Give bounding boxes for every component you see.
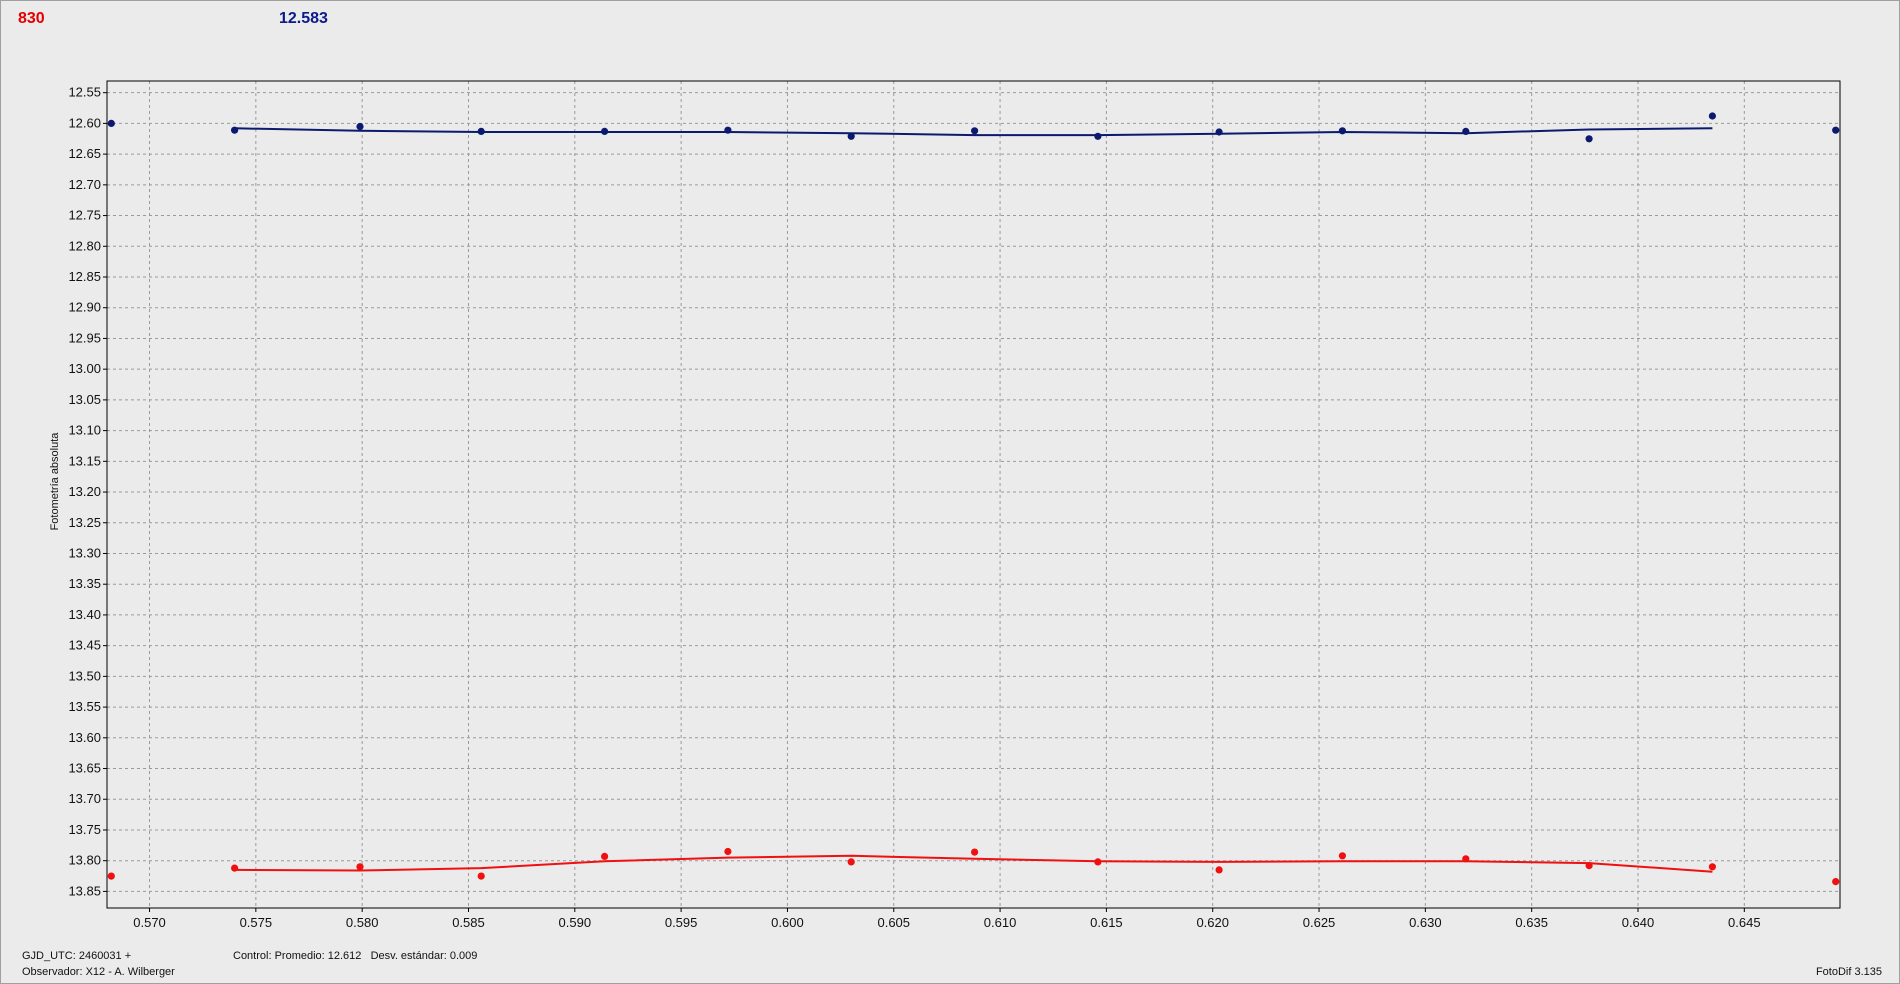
x-tick-label: 0.620: [1196, 915, 1229, 930]
series-0-point: [1462, 127, 1470, 135]
y-tick-label: 12.85: [68, 269, 101, 284]
y-tick-label: 13.25: [68, 515, 101, 530]
x-tick-label: 0.645: [1728, 915, 1761, 930]
x-tick-label: 0.575: [240, 915, 273, 930]
series-0-point: [971, 127, 979, 135]
x-tick-label: 0.590: [559, 915, 592, 930]
y-tick-label: 13.30: [68, 545, 101, 560]
y-tick-label: 13.20: [68, 484, 101, 499]
x-tick-label: 0.580: [346, 915, 379, 930]
x-tick-label: 0.635: [1515, 915, 1548, 930]
x-tick-label: 0.570: [133, 915, 166, 930]
y-tick-label: 13.35: [68, 576, 101, 591]
y-tick-label: 12.70: [68, 177, 101, 192]
y-tick-label: 13.70: [68, 791, 101, 806]
y-tick-label: 12.60: [68, 115, 101, 130]
series-1-point: [107, 872, 115, 880]
series-0-point: [477, 127, 485, 135]
photometry-chart: 12.55 12.60 12.65 12.70 12.75 12.80 12.85 12.90…: [49, 80, 1841, 930]
y-tick-label: 12.65: [68, 146, 101, 161]
y-tick-label: 12.95: [68, 330, 101, 345]
x-tick-label: 0.595: [665, 915, 698, 930]
footer-control-stats: Control: Promedio: 12.612 Desv. estándar…: [233, 950, 478, 962]
x-tick-label: 0.610: [984, 915, 1017, 930]
series-1-point: [1708, 863, 1716, 871]
series-0-point: [107, 119, 115, 127]
y-tick-label: 13.40: [68, 607, 101, 622]
x-tick-label: 0.585: [452, 915, 485, 930]
series-0-point: [356, 122, 364, 131]
series-1-point: [724, 847, 732, 856]
y-tick-label: 12.75: [68, 208, 101, 223]
x-tick-label: 0.600: [771, 915, 804, 930]
y-tick-label: 13.00: [68, 361, 101, 376]
y-tick-label: 13.45: [68, 638, 101, 653]
x-tick-label: 0.640: [1622, 915, 1655, 930]
series-1-point: [231, 864, 239, 872]
y-tick-label: 12.90: [68, 300, 101, 315]
series-0-point: [1338, 127, 1346, 135]
footer-gjd: GJD_UTC: 2460031 +: [22, 950, 132, 962]
y-tick-label: 13.55: [68, 699, 101, 714]
x-tick-label: 0.605: [877, 915, 910, 930]
y-axis-label: Fotometría absoluta: [49, 432, 61, 531]
series-0-point: [1832, 126, 1840, 134]
y-tick-label: 13.05: [68, 392, 101, 407]
y-tick-label: 13.60: [68, 730, 101, 745]
series-1-point: [847, 858, 855, 866]
series-0-point: [1215, 128, 1223, 136]
series-1-point: [1462, 855, 1470, 863]
y-tick-label: 13.75: [68, 822, 101, 837]
footer-observer: Observador: X12 - A. Wilberger: [22, 966, 175, 978]
series-1-point: [1832, 878, 1840, 886]
series-0-point: [601, 127, 609, 135]
series-0-point: [1708, 112, 1716, 120]
y-tick-label: 13.50: [68, 668, 101, 683]
series-1-point: [1215, 866, 1223, 874]
y-tick-label: 13.10: [68, 423, 101, 438]
y-tick-label: 12.80: [68, 238, 101, 253]
series-0-point: [231, 126, 239, 134]
series-1-point: [1094, 858, 1102, 866]
plot-area: [107, 81, 1840, 908]
series-1-point: [356, 863, 364, 871]
series-1-point: [1585, 862, 1593, 870]
x-tick-label: 0.625: [1303, 915, 1336, 930]
series-0-point: [847, 132, 855, 140]
series-0-point: [1094, 132, 1102, 140]
series-1-point: [477, 872, 485, 880]
y-tick-label: 13.15: [68, 453, 101, 468]
series-0-point: [1585, 135, 1593, 143]
series-0-point: [724, 126, 732, 134]
x-tick-label: 0.630: [1409, 915, 1442, 930]
footer-version: FotoDif 3.135: [1815, 966, 1882, 978]
y-tick-label: 12.55: [68, 85, 101, 100]
series-1-point: [601, 852, 609, 861]
y-tick-label: 13.85: [68, 883, 101, 898]
series-1-point: [971, 848, 979, 856]
series-1-point: [1338, 852, 1346, 860]
x-tick-label: 0.615: [1090, 915, 1123, 930]
y-tick-label: 13.65: [68, 761, 101, 776]
y-tick-label: 13.80: [68, 853, 101, 868]
